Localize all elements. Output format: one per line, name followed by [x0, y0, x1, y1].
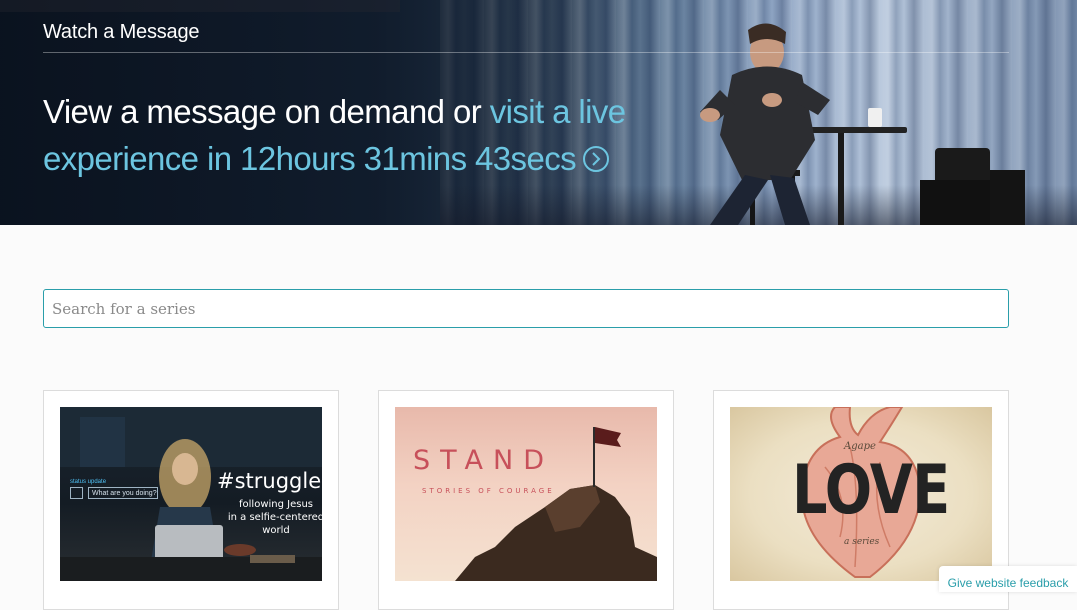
hero-banner: Watch a Message View a message on demand… — [0, 0, 1077, 225]
series-title: LOVE — [792, 451, 950, 530]
series-card-stand[interactable]: STAND STORIES OF COURAGE — [378, 390, 674, 610]
series-subtitle: STORIES OF COURAGE — [422, 487, 555, 495]
series-subtitle-line: following Jesus — [239, 499, 313, 510]
chevron-right-circle-icon[interactable] — [582, 145, 610, 173]
series-card-struggles[interactable]: status update What are you doing? #strug… — [43, 390, 339, 610]
series-bottom-word: a series — [844, 537, 880, 547]
series-subtitle: following Jesus in a selfie-centered wor… — [222, 498, 322, 537]
page-title: Watch a Message — [43, 21, 200, 43]
series-subtitle-line: in a selfie-centered world — [227, 512, 322, 536]
series-search-input[interactable] — [43, 289, 1009, 328]
status-update-field: What are you doing? — [88, 487, 158, 499]
hero-divider — [43, 52, 1009, 53]
series-title: STAND — [413, 445, 554, 476]
hero-top-strip — [0, 0, 400, 12]
status-update-label: status update — [70, 479, 107, 485]
series-thumbnail[interactable]: status update What are you doing? #strug… — [60, 407, 322, 581]
series-title: #struggles — [217, 469, 322, 493]
series-thumbnail[interactable]: STAND STORIES OF COURAGE — [395, 407, 657, 581]
speaker-image — [700, 23, 1025, 225]
hero-headline-text: View a message on demand or — [43, 93, 490, 130]
series-thumbnail[interactable]: Agape LOVE a series — [730, 407, 992, 581]
avatar-icon — [70, 487, 83, 499]
hero-headline: View a message on demand or visit a live… — [43, 88, 663, 182]
website-feedback-button[interactable]: Give website feedback — [939, 566, 1077, 592]
